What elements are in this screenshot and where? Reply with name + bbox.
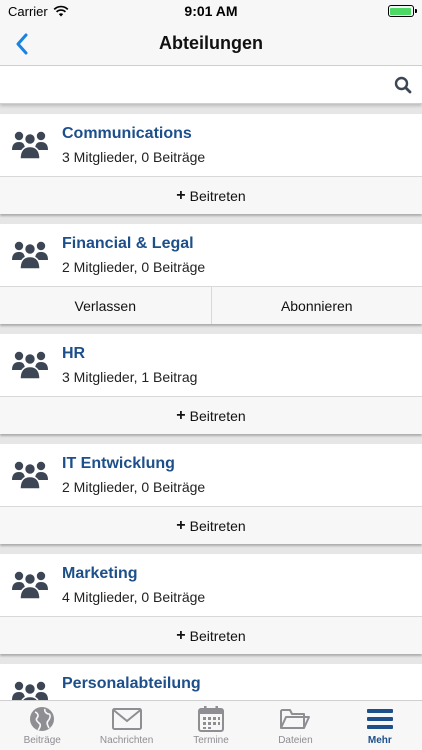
- department-card: Communications 3 Mitglieder, 0 Beiträge …: [0, 114, 422, 214]
- tab-label: Mehr: [367, 735, 392, 746]
- join-button[interactable]: + Beitreten: [0, 177, 422, 214]
- department-name: IT Entwicklung: [62, 455, 175, 472]
- tab-files[interactable]: Dateien: [253, 701, 337, 750]
- department-card: Financial & Legal 2 Mitglieder, 0 Beiträ…: [0, 224, 422, 324]
- status-left: Carrier: [8, 4, 128, 19]
- subscribe-button[interactable]: Abonnieren: [210, 287, 422, 324]
- globe-icon: [27, 706, 57, 732]
- department-name: Personalabteilung: [62, 675, 201, 692]
- department-header[interactable]: Communications 3 Mitglieder, 0 Beiträge: [0, 114, 422, 176]
- plus-icon: +: [176, 406, 186, 424]
- department-header[interactable]: Financial & Legal 2 Mitglieder, 0 Beiträ…: [0, 224, 422, 286]
- group-icon: [12, 131, 48, 160]
- search-input[interactable]: [0, 66, 380, 104]
- department-card: HR 3 Mitglieder, 1 Beitrag + Beitreten: [0, 334, 422, 434]
- department-name: Marketing: [62, 565, 138, 582]
- join-button[interactable]: + Beitreten: [0, 397, 422, 434]
- department-name: Financial & Legal: [62, 235, 194, 252]
- leave-label: Verlassen: [74, 297, 136, 314]
- tab-label: Beiträge: [23, 735, 61, 746]
- tab-appointments[interactable]: Termine: [169, 701, 253, 750]
- plus-icon: +: [176, 516, 186, 534]
- join-label: Beitreten: [189, 517, 246, 534]
- department-actions: + Beitreten: [0, 396, 422, 434]
- leave-button[interactable]: Verlassen: [0, 287, 211, 324]
- tab-label: Termine: [193, 735, 229, 746]
- department-meta: 3 Mitglieder, 0 Beiträge: [62, 149, 206, 165]
- department-name: Communications: [62, 125, 192, 142]
- subscribe-label: Abonnieren: [280, 297, 353, 314]
- department-list: Communications 3 Mitglieder, 0 Beiträge …: [0, 114, 422, 736]
- tab-label: Dateien: [278, 735, 313, 746]
- department-actions: + Beitreten: [0, 616, 422, 654]
- status-right: [294, 5, 417, 17]
- tab-more[interactable]: Mehr: [338, 701, 422, 750]
- page-title: Abteilungen: [159, 33, 263, 53]
- menu-icon: [365, 706, 395, 732]
- join-button[interactable]: + Beitreten: [0, 507, 422, 544]
- department-meta: 2 Mitglieder, 0 Beiträge: [62, 259, 206, 275]
- plus-icon: +: [176, 186, 186, 204]
- search-bar: [0, 66, 422, 104]
- battery-icon: [387, 5, 417, 17]
- department-meta: 3 Mitglieder, 1 Beitrag: [62, 369, 198, 385]
- department-name: HR: [62, 345, 86, 362]
- department-header[interactable]: HR 3 Mitglieder, 1 Beitrag: [0, 334, 422, 396]
- navigation-bar: Abteilungen: [0, 22, 422, 66]
- folder-icon: [280, 706, 311, 732]
- department-header[interactable]: IT Entwicklung 2 Mitglieder, 0 Beiträge: [0, 444, 422, 506]
- back-button[interactable]: [8, 30, 36, 58]
- department-actions: Verlassen Abonnieren: [0, 286, 422, 324]
- tab-messages[interactable]: Nachrichten: [84, 701, 168, 750]
- department-card: IT Entwicklung 2 Mitglieder, 0 Beiträge …: [0, 444, 422, 544]
- department-actions: + Beitreten: [0, 506, 422, 544]
- plus-icon: +: [176, 626, 186, 644]
- status-bar: Carrier 9:01 AM: [0, 0, 422, 22]
- join-button[interactable]: + Beitreten: [0, 617, 422, 654]
- search-icon[interactable]: [394, 76, 412, 94]
- group-icon: [12, 461, 48, 490]
- group-icon: [12, 241, 48, 270]
- department-card: Marketing 4 Mitglieder, 0 Beiträge + Bei…: [0, 554, 422, 654]
- join-label: Beitreten: [189, 407, 246, 424]
- clock: 9:01 AM: [184, 3, 238, 19]
- tab-label: Nachrichten: [99, 735, 154, 746]
- envelope-icon: [111, 706, 142, 732]
- calendar-icon: [196, 706, 226, 732]
- join-label: Beitreten: [189, 627, 246, 644]
- join-label: Beitreten: [189, 187, 246, 204]
- wifi-icon: [53, 5, 69, 17]
- group-icon: [12, 351, 48, 380]
- chevron-left-icon: [16, 33, 28, 55]
- group-icon: [12, 571, 48, 600]
- department-meta: 2 Mitglieder, 0 Beiträge: [62, 479, 206, 495]
- carrier-label: Carrier: [8, 3, 48, 19]
- tab-bar: Beiträge Nachrichten Termine Dateien Meh…: [0, 700, 422, 750]
- department-actions: + Beitreten: [0, 176, 422, 214]
- department-header[interactable]: Marketing 4 Mitglieder, 0 Beiträge: [0, 554, 422, 616]
- tab-posts[interactable]: Beiträge: [0, 701, 84, 750]
- department-meta: 4 Mitglieder, 0 Beiträge: [62, 589, 206, 605]
